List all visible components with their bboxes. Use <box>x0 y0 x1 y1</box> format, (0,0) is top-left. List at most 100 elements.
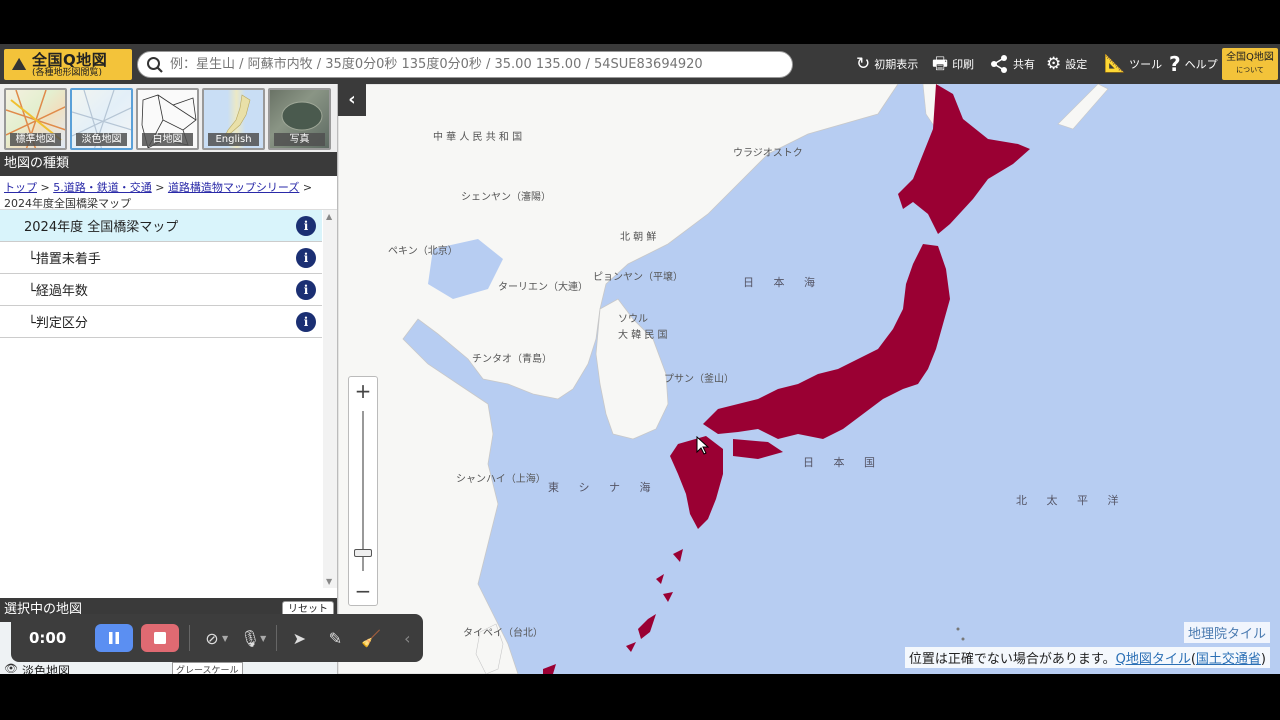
pause-button[interactable] <box>95 624 133 652</box>
map-label-north-korea: 北 朝 鮮 <box>620 232 657 243</box>
stop-icon <box>154 632 166 644</box>
share-icon <box>991 55 1007 73</box>
map-label-south-korea: 大 韓 民 国 <box>618 330 668 341</box>
breadcrumb-top[interactable]: トップ <box>4 181 37 194</box>
map-label-japan: 日 本 国 <box>803 456 883 469</box>
tile-attribution[interactable]: 地理院タイル <box>1183 622 1270 643</box>
bridge-overlay-shikoku <box>733 439 783 459</box>
map-label-shenyang: シェンヤン（瀋陽） <box>461 192 551 203</box>
logo-mountain-icon: ⛰ <box>11 53 27 75</box>
bridge-overlay-ryukyu <box>543 549 683 674</box>
grayscale-toggle[interactable]: グレースケール <box>172 662 243 674</box>
layer-list-scrollbar[interactable]: ▲ ▼ <box>323 210 337 588</box>
layer-item-bridge-map-2024[interactable]: 2024年度 全国橋梁マップ i <box>0 210 322 242</box>
refresh-icon: ↻ <box>856 54 871 74</box>
logo-subtitle: (各種地形図閲覧) <box>32 67 103 78</box>
scroll-up-icon[interactable]: ▲ <box>326 212 332 221</box>
zoom-in-button[interactable]: + <box>349 377 377 405</box>
eraser-tool-button[interactable]: 🧹 <box>357 624 385 652</box>
map-label-china: 中 華 人 民 共 和 国 <box>433 132 523 143</box>
settings-button[interactable]: ⚙ 設定 <box>1046 52 1087 76</box>
map-canvas[interactable]: ‹ 中 華 人 民 共 和 国 ウラジオストク シェンヤン（瀋陽） ペキン（北京… <box>338 84 1280 674</box>
breadcrumb-road-rail-traffic[interactable]: 5.道路・鉄道・交通 <box>53 181 152 194</box>
screen-recorder-toolbar: 0:00 ⊘ ▼ 🎙 ▼ ➤ ✎ 🧹 ‹ <box>11 614 423 662</box>
breadcrumb-road-structure-series[interactable]: 道路構造物マップシリーズ <box>168 181 299 194</box>
pause-icon <box>109 632 119 644</box>
info-icon[interactable]: i <box>296 247 316 268</box>
collapse-sidebar-button[interactable]: ‹ <box>338 84 366 116</box>
print-button[interactable]: 🖶 印刷 <box>932 52 974 76</box>
tools-button[interactable]: 📐 ツール <box>1104 52 1162 76</box>
zoom-slider-handle[interactable] <box>354 549 372 557</box>
top-header: ⛰ 全国Q地図 (各種地形図閲覧) ↻初期表示 🖶印刷 共有 ⚙設定 📐ツール … <box>0 44 1280 84</box>
share-button[interactable]: 共有 <box>989 52 1035 76</box>
map-label-pyongyang: ピョンヤン（平壌） <box>593 272 683 283</box>
info-icon[interactable]: i <box>296 279 316 300</box>
logo-title: 全国Q地図 <box>32 50 108 69</box>
eye-icon[interactable]: 👁 <box>4 662 18 674</box>
camera-off-icon: ⊘ <box>205 628 219 648</box>
layer-item-judgment-class[interactable]: └判定区分 i <box>0 306 322 338</box>
app-logo[interactable]: ⛰ 全国Q地図 (各種地形図閲覧) <box>4 49 132 80</box>
bridge-overlay-hokkaido <box>898 84 1030 234</box>
pencil-icon: ✎ <box>328 628 343 648</box>
question-icon: ? <box>1169 52 1181 76</box>
map-label-qingdao: チンタオ（青島） <box>472 354 552 365</box>
sidebar: 標準地図 淡色地図 白地図 English 写真 地図の種類 トップ > 5.道… <box>0 84 338 674</box>
map-disclaimer: 位置は正確でない場合があります。Q地図タイル(国土交通省) <box>904 647 1270 668</box>
search-icon <box>147 56 163 73</box>
broom-icon: 🧹 <box>361 628 382 648</box>
map-label-vladivostok: ウラジオストク <box>733 148 803 159</box>
printer-icon: 🖶 <box>932 54 949 74</box>
zoom-out-button[interactable]: − <box>349 577 377 605</box>
layer-item-elapsed-years[interactable]: └経過年数 i <box>0 274 322 306</box>
map-type-heading: 地図の種類 <box>0 152 337 176</box>
basemap-thumb-blank[interactable]: 白地図 <box>136 88 199 150</box>
bridge-overlay-honshu <box>703 244 950 439</box>
basemap-thumb-pale[interactable]: 淡色地図 <box>70 88 133 150</box>
chevron-down-icon[interactable]: ▼ <box>222 634 228 643</box>
chevron-left-icon: ‹ <box>404 628 411 648</box>
app-frame: ⛰ 全国Q地図 (各種地形図閲覧) ↻初期表示 🖶印刷 共有 ⚙設定 📐ツール … <box>0 44 1280 674</box>
map-label-shanghai: シャンハイ（上海） <box>456 474 546 485</box>
map-label-north-pacific: 北 太 平 洋 <box>1016 494 1127 507</box>
initial-view-button[interactable]: ↻ 初期表示 <box>856 52 918 76</box>
map-label-beijing: ペキン（北京） <box>388 246 458 257</box>
ruler-icon: 📐 <box>1104 54 1126 74</box>
map-label-taipei: タイペイ（台北） <box>463 628 543 639</box>
basemap-thumb-photo[interactable]: 写真 <box>268 88 331 150</box>
map-label-dalian: ターリエン（大連） <box>498 282 588 293</box>
stop-button[interactable] <box>141 624 179 652</box>
chevron-down-icon[interactable]: ▼ <box>260 634 266 643</box>
about-button[interactable]: 全国Q地図 について <box>1222 48 1278 80</box>
search-box[interactable] <box>137 51 793 78</box>
map-label-busan: プサン（釜山） <box>664 374 734 385</box>
breadcrumb: トップ > 5.道路・鉄道・交通 > 道路構造物マップシリーズ > 2024年度… <box>0 176 337 210</box>
help-button[interactable]: ? ヘルプ <box>1169 52 1218 76</box>
selected-map-name: 淡色地図 <box>22 664 71 674</box>
cursor-arrow-icon: ➤ <box>292 628 307 648</box>
search-input[interactable] <box>170 57 770 72</box>
basemap-thumb-standard[interactable]: 標準地図 <box>4 88 67 150</box>
map-label-sea-of-japan: 日 本 海 <box>743 276 823 289</box>
pointer-tool-button[interactable]: ➤ <box>285 624 313 652</box>
scroll-down-icon[interactable]: ▼ <box>326 577 332 586</box>
gear-icon: ⚙ <box>1046 54 1062 74</box>
info-icon[interactable]: i <box>296 215 316 236</box>
mic-off-icon: 🎙 <box>240 628 261 648</box>
basemap-thumbnails: 標準地図 淡色地図 白地図 English 写真 <box>0 84 337 152</box>
zoom-slider-track[interactable] <box>362 411 364 571</box>
map-geography <box>338 84 1109 674</box>
pen-tool-button[interactable]: ✎ <box>321 624 349 652</box>
map-label-east-china-sea: 東 シ ナ 海 <box>548 481 659 494</box>
collapse-toolbar-button[interactable]: ‹ <box>393 624 421 652</box>
chevron-left-icon: ‹ <box>348 89 356 110</box>
basemap-thumb-english[interactable]: English <box>202 88 265 150</box>
q-map-tile-link[interactable]: Q地図タイル <box>1116 652 1191 667</box>
layer-item-unaddressed[interactable]: └措置未着手 i <box>0 242 322 274</box>
layer-list: 2024年度 全国橋梁マップ i └措置未着手 i └経過年数 i └判定区分 … <box>0 210 337 590</box>
map-label-seoul: ソウル <box>618 314 648 325</box>
mlit-link[interactable]: 国土交通省 <box>1196 652 1261 667</box>
info-icon[interactable]: i <box>296 311 316 332</box>
mouse-cursor-icon <box>696 436 710 455</box>
